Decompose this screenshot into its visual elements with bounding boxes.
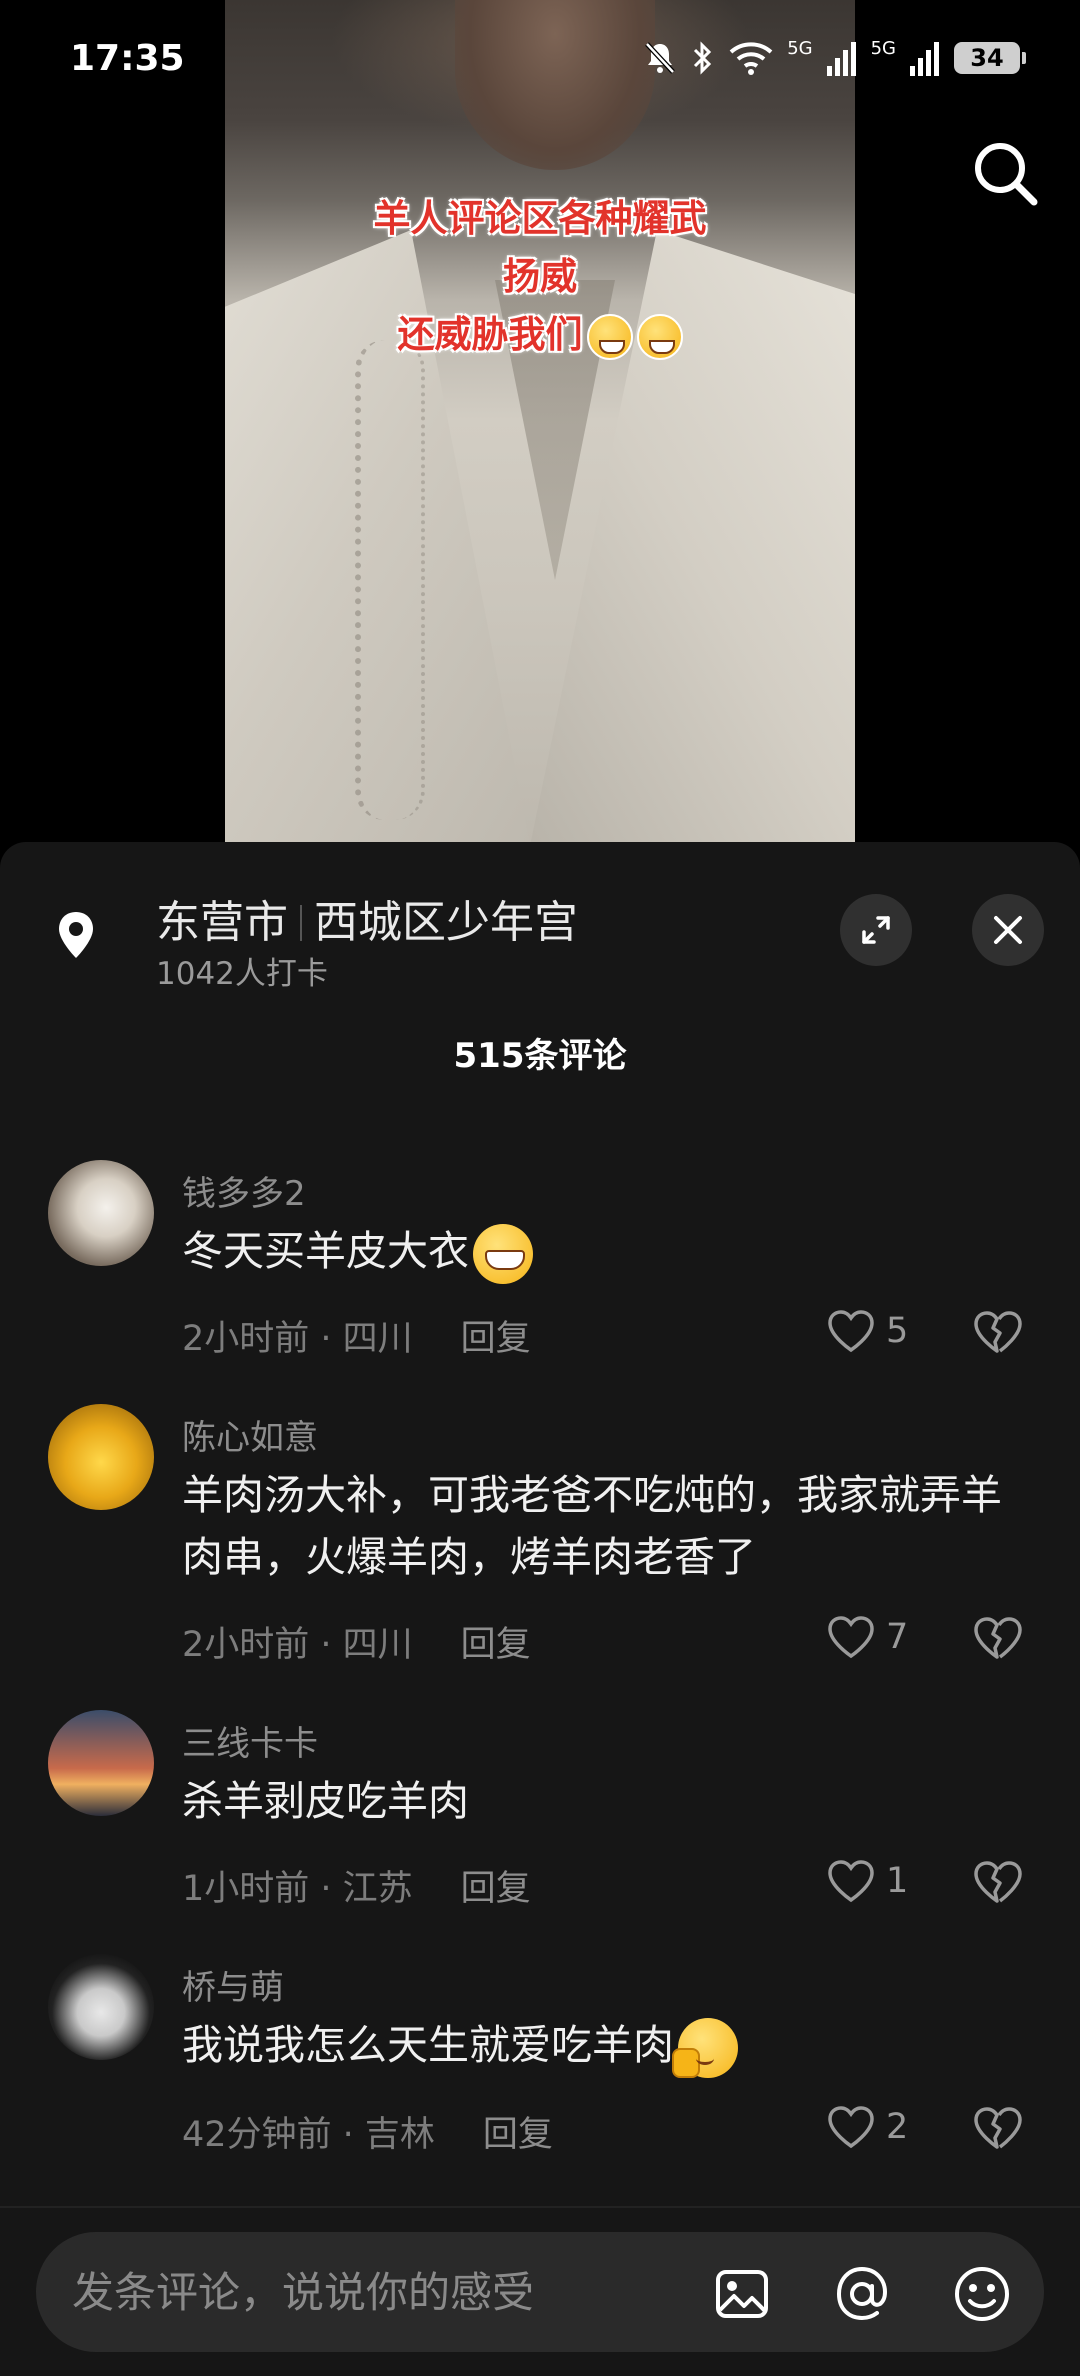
like-button[interactable]: 5: [826, 1308, 908, 1354]
comment-item: 钱多多2 冬天买羊皮大衣 2小时前 · 四川 回复 5: [0, 1160, 1080, 1400]
like-button[interactable]: 2: [826, 2104, 908, 2150]
comment-count-title: 515条评论: [453, 1036, 627, 1076]
like-count: 2: [886, 2107, 909, 2147]
dislike-broken-heart-icon[interactable]: [972, 2104, 1022, 2152]
caption-line-3: 还威胁我们: [225, 306, 855, 364]
heart-icon: [828, 1310, 874, 1353]
video-figure-face: [455, 0, 655, 170]
status-time: 17:35: [70, 38, 185, 79]
dislike-broken-heart-icon[interactable]: [972, 1614, 1022, 1662]
close-button[interactable]: [972, 894, 1044, 966]
emoji-smiley-icon[interactable]: [952, 2264, 1012, 2324]
wifi-icon: [729, 42, 773, 75]
location-checkins: 1042人打卡: [156, 956, 328, 992]
like-count: 5: [886, 1311, 909, 1351]
location-row[interactable]: 东营市 西城区少年宫 1042人打卡: [0, 842, 1080, 1012]
at-mention-icon[interactable]: [832, 2264, 892, 2324]
heart-icon: [828, 1616, 874, 1659]
expand-button[interactable]: [840, 894, 912, 966]
network-label-1: 5G: [787, 38, 813, 59]
like-count: 7: [886, 1617, 909, 1657]
expand-icon: [862, 916, 890, 944]
comments-sheet: 东营市 西城区少年宫 1042人打卡 515条评论 钱多多2 冬天买羊皮大衣 2小…: [0, 842, 1080, 2376]
search-icon: [975, 143, 1038, 206]
screen: 羊人评论区各种耀武 扬威 还威胁我们 17:35 5G 5G 34 东营市 西城…: [0, 0, 1080, 2376]
caption-line-3-text: 还威胁我们: [397, 313, 583, 356]
comment-username[interactable]: 钱多多2: [182, 1166, 306, 1215]
caption-line-2: 扬威: [503, 255, 577, 298]
grin-emoji-icon: [636, 313, 683, 360]
signal-icon: [826, 42, 856, 76]
reply-button[interactable]: 回复: [461, 1869, 531, 1909]
comment-text: 我说我怎么天生就爱吃羊肉: [182, 2014, 1022, 2078]
grin-emoji-icon: [473, 1224, 533, 1284]
comment-text: 冬天买羊皮大衣: [182, 1220, 1022, 1284]
dislike-broken-heart-icon[interactable]: [972, 1858, 1022, 1906]
comment-text-body: 冬天买羊皮大衣: [182, 1227, 469, 1275]
dislike-broken-heart-icon[interactable]: [972, 1308, 1022, 1356]
battery-icon: 34: [954, 42, 1026, 74]
reply-button[interactable]: 回复: [461, 1319, 531, 1359]
comment-input-bar: [0, 2206, 1080, 2376]
blessed-emoji-icon: [672, 2018, 738, 2078]
like-count: 1: [886, 1861, 909, 1901]
bluetooth-icon: [694, 41, 712, 75]
avatar[interactable]: [48, 1404, 154, 1510]
location-pin-icon: [59, 912, 93, 958]
comment-meta: 2小时前 · 四川 回复: [182, 1616, 531, 1667]
comment-meta: 2小时前 · 四川 回复: [182, 1310, 531, 1361]
comment-text: 杀羊剥皮吃羊肉: [182, 1777, 469, 1825]
location-title: 东营市 西城区少年宫: [156, 886, 578, 950]
location-city: 东营市: [156, 897, 288, 948]
comment-time-location: 2小时前 · 四川: [182, 1319, 413, 1359]
status-icons: 5G 5G 34: [643, 38, 1026, 76]
location-place: 西城区少年宫: [314, 897, 578, 948]
heart-icon: [828, 1860, 874, 1903]
avatar[interactable]: [48, 1710, 154, 1816]
grin-emoji-icon: [586, 313, 633, 360]
close-icon: [994, 916, 1022, 944]
signal-icon: [910, 42, 939, 76]
reply-button[interactable]: 回复: [483, 2115, 553, 2155]
location-divider: [300, 905, 302, 941]
comment-username[interactable]: 桥与萌: [182, 1960, 284, 2009]
like-button[interactable]: 7: [826, 1614, 908, 1660]
comment-item: 三线卡卡 杀羊剥皮吃羊肉 1小时前 · 江苏 回复 1: [0, 1710, 1080, 1950]
comment-time-location: 2小时前 · 四川: [182, 1625, 413, 1665]
comment-item: 陈心如意 羊肉汤大补，可我老爸不吃炖的，我家就弄羊肉串，火爆羊肉，烤羊肉老香了 …: [0, 1404, 1080, 1704]
comment-text: 羊肉汤大补，可我老爸不吃炖的，我家就弄羊肉串，火爆羊肉，烤羊肉老香了: [182, 1471, 1002, 1581]
comment-text-body: 我说我怎么天生就爱吃羊肉: [182, 2021, 674, 2069]
avatar[interactable]: [48, 1954, 154, 2060]
comment-input[interactable]: [36, 2232, 1044, 2352]
network-label-2: 5G: [870, 38, 896, 59]
comment-username[interactable]: 陈心如意: [182, 1410, 318, 1459]
video-caption: 羊人评论区各种耀武 扬威 还威胁我们: [225, 190, 855, 364]
reply-button[interactable]: 回复: [461, 1625, 531, 1665]
avatar[interactable]: [48, 1160, 154, 1266]
like-button[interactable]: 1: [826, 1858, 908, 1904]
search-button[interactable]: [970, 138, 1040, 208]
caption-line-1: 羊人评论区各种耀武: [373, 197, 707, 240]
video-embroidery: [355, 340, 425, 820]
video-frame[interactable]: 羊人评论区各种耀武 扬威 还威胁我们: [225, 0, 855, 845]
image-icon[interactable]: [712, 2264, 772, 2324]
comment-meta: 42分钟前 · 吉林 回复: [182, 2106, 553, 2157]
comment-username[interactable]: 三线卡卡: [182, 1716, 318, 1765]
comment-meta: 1小时前 · 江苏 回复: [182, 1860, 531, 1911]
heart-icon: [828, 2106, 874, 2149]
comment-item: 桥与萌 我说我怎么天生就爱吃羊肉 42分钟前 · 吉林 回复 2: [0, 1954, 1080, 2194]
mute-bell-icon: [645, 42, 676, 74]
comment-time-location: 1小时前 · 江苏: [182, 1869, 413, 1909]
comment-time-location: 42分钟前 · 吉林: [182, 2115, 435, 2155]
